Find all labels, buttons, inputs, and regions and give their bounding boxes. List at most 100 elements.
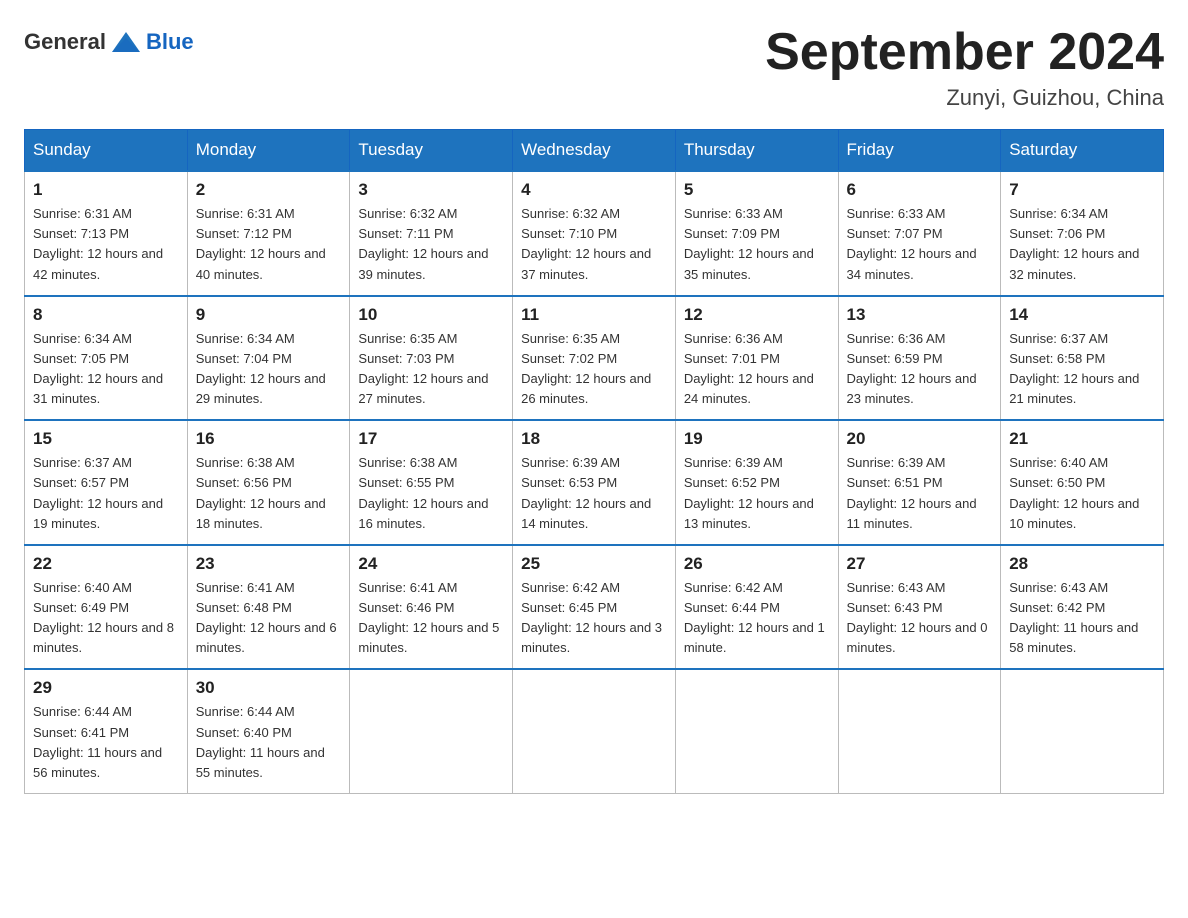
- table-row: 20 Sunrise: 6:39 AMSunset: 6:51 PMDayligh…: [838, 420, 1001, 545]
- day-number: 10: [358, 305, 504, 325]
- week-row-4: 22 Sunrise: 6:40 AMSunset: 6:49 PMDayligh…: [25, 545, 1164, 670]
- table-row: [838, 669, 1001, 793]
- day-number: 3: [358, 180, 504, 200]
- table-row: 13 Sunrise: 6:36 AMSunset: 6:59 PMDayligh…: [838, 296, 1001, 421]
- day-info: Sunrise: 6:33 AMSunset: 7:07 PMDaylight:…: [847, 204, 993, 285]
- day-number: 16: [196, 429, 342, 449]
- table-row: 12Sunrise: 6:36 AMSunset: 7:01 PMDayligh…: [675, 296, 838, 421]
- col-sunday: Sunday: [25, 130, 188, 172]
- title-section: September 2024 Zunyi, Guizhou, China: [765, 24, 1164, 111]
- table-row: [513, 669, 676, 793]
- week-row-1: 1 Sunrise: 6:31 AMSunset: 7:13 PMDaylight…: [25, 171, 1164, 296]
- day-info: Sunrise: 6:33 AMSunset: 7:09 PMDaylight:…: [684, 204, 830, 285]
- day-info: Sunrise: 6:36 AMSunset: 7:01 PMDaylight:…: [684, 329, 830, 410]
- table-row: 7Sunrise: 6:34 AMSunset: 7:06 PMDaylight…: [1001, 171, 1164, 296]
- table-row: [350, 669, 513, 793]
- table-row: 5 Sunrise: 6:33 AMSunset: 7:09 PMDaylight…: [675, 171, 838, 296]
- day-number: 1: [33, 180, 179, 200]
- day-info: Sunrise: 6:44 AMSunset: 6:41 PMDaylight:…: [33, 702, 179, 783]
- day-info: Sunrise: 6:34 AMSunset: 7:06 PMDaylight:…: [1009, 204, 1155, 285]
- table-row: 18 Sunrise: 6:39 AMSunset: 6:53 PMDayligh…: [513, 420, 676, 545]
- day-info: Sunrise: 6:32 AMSunset: 7:11 PMDaylight:…: [358, 204, 504, 285]
- table-row: 26Sunrise: 6:42 AMSunset: 6:44 PMDayligh…: [675, 545, 838, 670]
- col-friday: Friday: [838, 130, 1001, 172]
- day-info: Sunrise: 6:43 AMSunset: 6:43 PMDaylight:…: [847, 578, 993, 659]
- table-row: 30 Sunrise: 6:44 AMSunset: 6:40 PMDayligh…: [187, 669, 350, 793]
- col-saturday: Saturday: [1001, 130, 1164, 172]
- table-row: [675, 669, 838, 793]
- day-info: Sunrise: 6:31 AMSunset: 7:13 PMDaylight:…: [33, 204, 179, 285]
- day-number: 28: [1009, 554, 1155, 574]
- day-info: Sunrise: 6:39 AMSunset: 6:53 PMDaylight:…: [521, 453, 667, 534]
- day-number: 15: [33, 429, 179, 449]
- day-number: 13: [847, 305, 993, 325]
- day-number: 26: [684, 554, 830, 574]
- day-info: Sunrise: 6:39 AMSunset: 6:52 PMDaylight:…: [684, 453, 830, 534]
- day-info: Sunrise: 6:37 AMSunset: 6:57 PMDaylight:…: [33, 453, 179, 534]
- table-row: 28 Sunrise: 6:43 AMSunset: 6:42 PMDayligh…: [1001, 545, 1164, 670]
- logo-icon: [108, 24, 144, 60]
- table-row: 2Sunrise: 6:31 AMSunset: 7:12 PMDaylight…: [187, 171, 350, 296]
- day-number: 17: [358, 429, 504, 449]
- day-number: 2: [196, 180, 342, 200]
- day-number: 27: [847, 554, 993, 574]
- calendar-table: Sunday Monday Tuesday Wednesday Thursday…: [24, 129, 1164, 794]
- day-info: Sunrise: 6:43 AMSunset: 6:42 PMDaylight:…: [1009, 578, 1155, 659]
- day-info: Sunrise: 6:37 AMSunset: 6:58 PMDaylight:…: [1009, 329, 1155, 410]
- week-row-3: 15 Sunrise: 6:37 AMSunset: 6:57 PMDayligh…: [25, 420, 1164, 545]
- col-tuesday: Tuesday: [350, 130, 513, 172]
- table-row: 9 Sunrise: 6:34 AMSunset: 7:04 PMDaylight…: [187, 296, 350, 421]
- table-row: 3 Sunrise: 6:32 AMSunset: 7:11 PMDaylight…: [350, 171, 513, 296]
- table-row: 16Sunrise: 6:38 AMSunset: 6:56 PMDayligh…: [187, 420, 350, 545]
- day-number: 9: [196, 305, 342, 325]
- table-row: 8 Sunrise: 6:34 AMSunset: 7:05 PMDaylight…: [25, 296, 188, 421]
- day-info: Sunrise: 6:35 AMSunset: 7:02 PMDaylight:…: [521, 329, 667, 410]
- day-number: 6: [847, 180, 993, 200]
- table-row: 24Sunrise: 6:41 AMSunset: 6:46 PMDayligh…: [350, 545, 513, 670]
- day-info: Sunrise: 6:36 AMSunset: 6:59 PMDaylight:…: [847, 329, 993, 410]
- col-thursday: Thursday: [675, 130, 838, 172]
- table-row: 10Sunrise: 6:35 AMSunset: 7:03 PMDayligh…: [350, 296, 513, 421]
- table-row: 11 Sunrise: 6:35 AMSunset: 7:02 PMDayligh…: [513, 296, 676, 421]
- day-number: 5: [684, 180, 830, 200]
- table-row: 27 Sunrise: 6:43 AMSunset: 6:43 PMDayligh…: [838, 545, 1001, 670]
- day-info: Sunrise: 6:44 AMSunset: 6:40 PMDaylight:…: [196, 702, 342, 783]
- day-info: Sunrise: 6:40 AMSunset: 6:49 PMDaylight:…: [33, 578, 179, 659]
- table-row: 15 Sunrise: 6:37 AMSunset: 6:57 PMDayligh…: [25, 420, 188, 545]
- day-info: Sunrise: 6:32 AMSunset: 7:10 PMDaylight:…: [521, 204, 667, 285]
- table-row: 29 Sunrise: 6:44 AMSunset: 6:41 PMDayligh…: [25, 669, 188, 793]
- day-number: 23: [196, 554, 342, 574]
- table-row: 1 Sunrise: 6:31 AMSunset: 7:13 PMDaylight…: [25, 171, 188, 296]
- day-info: Sunrise: 6:39 AMSunset: 6:51 PMDaylight:…: [847, 453, 993, 534]
- day-number: 29: [33, 678, 179, 698]
- logo: General Blue: [24, 24, 194, 60]
- table-row: 19 Sunrise: 6:39 AMSunset: 6:52 PMDayligh…: [675, 420, 838, 545]
- day-number: 18: [521, 429, 667, 449]
- day-number: 22: [33, 554, 179, 574]
- table-row: 21 Sunrise: 6:40 AMSunset: 6:50 PMDayligh…: [1001, 420, 1164, 545]
- table-row: 17Sunrise: 6:38 AMSunset: 6:55 PMDayligh…: [350, 420, 513, 545]
- day-info: Sunrise: 6:42 AMSunset: 6:45 PMDaylight:…: [521, 578, 667, 659]
- day-number: 21: [1009, 429, 1155, 449]
- day-number: 20: [847, 429, 993, 449]
- table-row: [1001, 669, 1164, 793]
- day-number: 11: [521, 305, 667, 325]
- day-info: Sunrise: 6:41 AMSunset: 6:46 PMDaylight:…: [358, 578, 504, 659]
- month-title: September 2024: [765, 24, 1164, 81]
- day-number: 4: [521, 180, 667, 200]
- day-info: Sunrise: 6:40 AMSunset: 6:50 PMDaylight:…: [1009, 453, 1155, 534]
- day-info: Sunrise: 6:34 AMSunset: 7:04 PMDaylight:…: [196, 329, 342, 410]
- page-header: General Blue September 2024 Zunyi, Guizh…: [24, 24, 1164, 111]
- location: Zunyi, Guizhou, China: [765, 85, 1164, 111]
- table-row: 22 Sunrise: 6:40 AMSunset: 6:49 PMDayligh…: [25, 545, 188, 670]
- table-row: 4 Sunrise: 6:32 AMSunset: 7:10 PMDaylight…: [513, 171, 676, 296]
- day-number: 8: [33, 305, 179, 325]
- day-number: 19: [684, 429, 830, 449]
- table-row: 14Sunrise: 6:37 AMSunset: 6:58 PMDayligh…: [1001, 296, 1164, 421]
- day-number: 30: [196, 678, 342, 698]
- day-info: Sunrise: 6:34 AMSunset: 7:05 PMDaylight:…: [33, 329, 179, 410]
- logo-blue-text: Blue: [146, 29, 194, 55]
- day-info: Sunrise: 6:41 AMSunset: 6:48 PMDaylight:…: [196, 578, 342, 659]
- table-row: 6 Sunrise: 6:33 AMSunset: 7:07 PMDaylight…: [838, 171, 1001, 296]
- week-row-2: 8 Sunrise: 6:34 AMSunset: 7:05 PMDaylight…: [25, 296, 1164, 421]
